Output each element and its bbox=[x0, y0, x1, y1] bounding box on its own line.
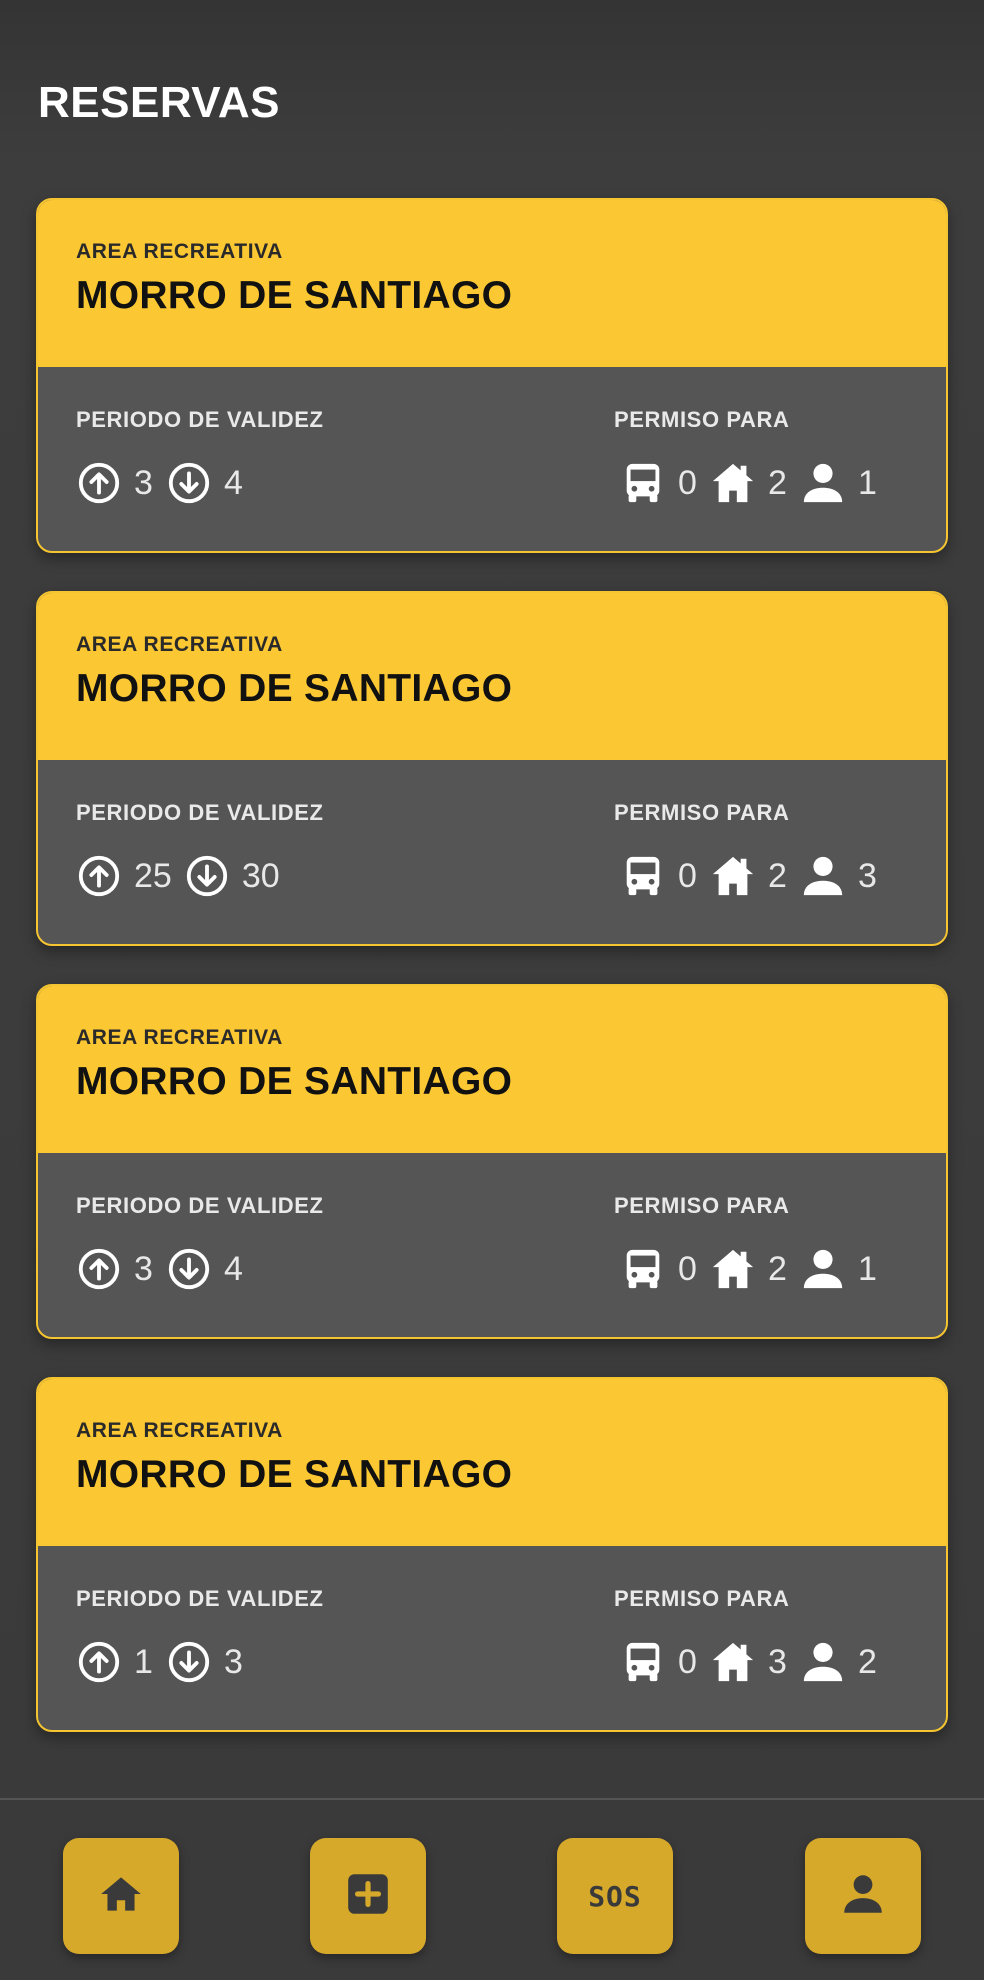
card-kicker: AREA RECREATIVA bbox=[76, 1026, 283, 1049]
arrow-down-circle-icon bbox=[166, 1246, 212, 1292]
bottom-nav: SOS bbox=[0, 1838, 984, 1956]
bus-icon bbox=[620, 1639, 666, 1685]
period-label: PERIODO DE VALIDEZ bbox=[76, 407, 324, 432]
house-count: 2 bbox=[768, 1249, 787, 1288]
arrow-down-circle-icon bbox=[166, 460, 212, 506]
card-body: PERIODO DE VALIDEZ PERMISO PARA 1 3 0 3 … bbox=[38, 1546, 946, 1730]
house-count: 3 bbox=[768, 1642, 787, 1681]
card-title: MORRO DE SANTIAGO bbox=[76, 274, 513, 317]
days-down-value: 4 bbox=[224, 463, 243, 502]
permit-row: 0 2 1 bbox=[620, 459, 890, 507]
permit-label: PERMISO PARA bbox=[614, 407, 790, 432]
days-down-value: 30 bbox=[241, 856, 280, 895]
reservations-screen: RESERVAS AREA RECREATIVA MORRO DE SANTIA… bbox=[0, 0, 984, 1980]
validity-row: 25 30 bbox=[76, 852, 292, 900]
house-icon bbox=[710, 1639, 756, 1685]
arrow-down-circle-icon bbox=[184, 853, 230, 899]
house-count: 2 bbox=[768, 856, 787, 895]
card-body: PERIODO DE VALIDEZ PERMISO PARA 3 4 0 2 … bbox=[38, 367, 946, 551]
days-up-value: 3 bbox=[134, 1249, 153, 1288]
person-icon bbox=[800, 1639, 846, 1685]
person-count: 2 bbox=[858, 1642, 877, 1681]
add-reservation-button[interactable] bbox=[310, 1838, 426, 1954]
bus-icon bbox=[620, 1246, 666, 1292]
bus-count: 0 bbox=[678, 1249, 697, 1288]
period-label: PERIODO DE VALIDEZ bbox=[76, 1193, 324, 1218]
arrow-down-circle-icon bbox=[166, 1639, 212, 1685]
days-up-value: 1 bbox=[134, 1642, 153, 1681]
person-count: 1 bbox=[858, 1249, 877, 1288]
validity-row: 3 4 bbox=[76, 459, 256, 507]
card-kicker: AREA RECREATIVA bbox=[76, 240, 283, 263]
reservation-card[interactable]: AREA RECREATIVA MORRO DE SANTIAGO PERIOD… bbox=[36, 984, 948, 1339]
days-up-value: 25 bbox=[134, 856, 172, 895]
card-kicker: AREA RECREATIVA bbox=[76, 1419, 283, 1442]
bus-count: 0 bbox=[678, 1642, 697, 1681]
card-body: PERIODO DE VALIDEZ PERMISO PARA 3 4 0 2 … bbox=[38, 1153, 946, 1337]
sos-label: SOS bbox=[588, 1879, 642, 1913]
card-header: AREA RECREATIVA MORRO DE SANTIAGO bbox=[38, 986, 946, 1153]
days-down-value: 4 bbox=[224, 1249, 243, 1288]
permit-label: PERMISO PARA bbox=[614, 1193, 790, 1218]
person-icon bbox=[800, 460, 846, 506]
person-count: 1 bbox=[858, 463, 877, 502]
bus-icon bbox=[620, 460, 666, 506]
reservation-card[interactable]: AREA RECREATIVA MORRO DE SANTIAGO PERIOD… bbox=[36, 1377, 948, 1732]
plus-square-icon bbox=[343, 1869, 393, 1924]
arrow-up-circle-icon bbox=[76, 460, 122, 506]
page-title: RESERVAS bbox=[38, 78, 281, 127]
person-icon bbox=[800, 853, 846, 899]
house-icon bbox=[710, 1246, 756, 1292]
card-kicker: AREA RECREATIVA bbox=[76, 633, 283, 656]
arrow-up-circle-icon bbox=[76, 853, 122, 899]
profile-button[interactable] bbox=[805, 1838, 921, 1954]
period-label: PERIODO DE VALIDEZ bbox=[76, 800, 324, 825]
validity-row: 3 4 bbox=[76, 1245, 256, 1293]
card-title: MORRO DE SANTIAGO bbox=[76, 667, 513, 710]
house-icon bbox=[710, 853, 756, 899]
user-icon bbox=[838, 1869, 888, 1924]
permit-row: 0 2 1 bbox=[620, 1245, 890, 1293]
bus-count: 0 bbox=[678, 856, 697, 895]
person-count: 3 bbox=[858, 856, 877, 895]
card-title: MORRO DE SANTIAGO bbox=[76, 1453, 513, 1496]
permit-row: 0 3 2 bbox=[620, 1638, 890, 1686]
person-icon bbox=[800, 1246, 846, 1292]
house-icon bbox=[710, 460, 756, 506]
card-header: AREA RECREATIVA MORRO DE SANTIAGO bbox=[38, 593, 946, 760]
card-header: AREA RECREATIVA MORRO DE SANTIAGO bbox=[38, 200, 946, 367]
home-icon bbox=[96, 1869, 146, 1924]
reservation-card[interactable]: AREA RECREATIVA MORRO DE SANTIAGO PERIOD… bbox=[36, 198, 948, 553]
card-title: MORRO DE SANTIAGO bbox=[76, 1060, 513, 1103]
days-down-value: 3 bbox=[224, 1642, 243, 1681]
validity-row: 1 3 bbox=[76, 1638, 256, 1686]
bus-count: 0 bbox=[678, 463, 697, 502]
period-label: PERIODO DE VALIDEZ bbox=[76, 1586, 324, 1611]
arrow-up-circle-icon bbox=[76, 1246, 122, 1292]
home-button[interactable] bbox=[63, 1838, 179, 1954]
card-header: AREA RECREATIVA MORRO DE SANTIAGO bbox=[38, 1379, 946, 1546]
reservation-card[interactable]: AREA RECREATIVA MORRO DE SANTIAGO PERIOD… bbox=[36, 591, 948, 946]
bus-icon bbox=[620, 853, 666, 899]
days-up-value: 3 bbox=[134, 463, 153, 502]
nav-divider bbox=[0, 1798, 984, 1800]
sos-button[interactable]: SOS bbox=[557, 1838, 673, 1954]
arrow-up-circle-icon bbox=[76, 1639, 122, 1685]
house-count: 2 bbox=[768, 463, 787, 502]
card-body: PERIODO DE VALIDEZ PERMISO PARA 25 30 0 … bbox=[38, 760, 946, 944]
permit-row: 0 2 3 bbox=[620, 852, 890, 900]
permit-label: PERMISO PARA bbox=[614, 800, 790, 825]
permit-label: PERMISO PARA bbox=[614, 1586, 790, 1611]
